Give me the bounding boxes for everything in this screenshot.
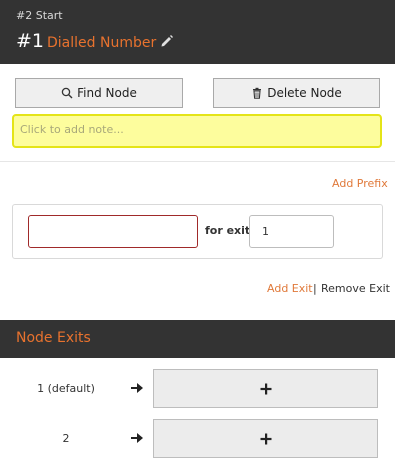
node-exits-title: Node Exits [16, 330, 91, 346]
pencil-icon[interactable] [160, 34, 174, 48]
find-node-button[interactable]: Find Node [15, 78, 183, 108]
trash-icon [253, 87, 262, 99]
prefix-input[interactable] [28, 215, 198, 248]
arrow-right-icon [131, 433, 143, 443]
breadcrumb: #2 Start [16, 9, 63, 22]
find-node-label: Find Node [77, 86, 137, 100]
exit-label: 1 (default) [37, 382, 95, 395]
delete-node-label: Delete Node [267, 86, 342, 100]
arrow-right-icon [131, 383, 143, 393]
for-exit-label: for exit [205, 224, 251, 237]
add-prefix-link[interactable]: Add Prefix [332, 177, 388, 190]
add-exit-link[interactable]: Add Exit [267, 282, 313, 295]
exit-target-button[interactable] [153, 369, 378, 408]
divider [0, 161, 395, 162]
link-separator: | [313, 282, 317, 295]
note-field[interactable]: Click to add note... [12, 114, 382, 148]
delete-node-button[interactable]: Delete Node [213, 78, 380, 108]
exit-number-input[interactable]: 1 [249, 215, 334, 248]
node-number: #1 [16, 30, 45, 52]
exit-target-button[interactable] [153, 419, 378, 458]
plus-icon [260, 433, 271, 444]
remove-exit-link[interactable]: Remove Exit [321, 282, 390, 295]
search-icon [61, 87, 73, 99]
exit-label: 2 [62, 432, 70, 445]
plus-icon [260, 383, 271, 394]
node-name[interactable]: Dialled Number [47, 35, 156, 51]
